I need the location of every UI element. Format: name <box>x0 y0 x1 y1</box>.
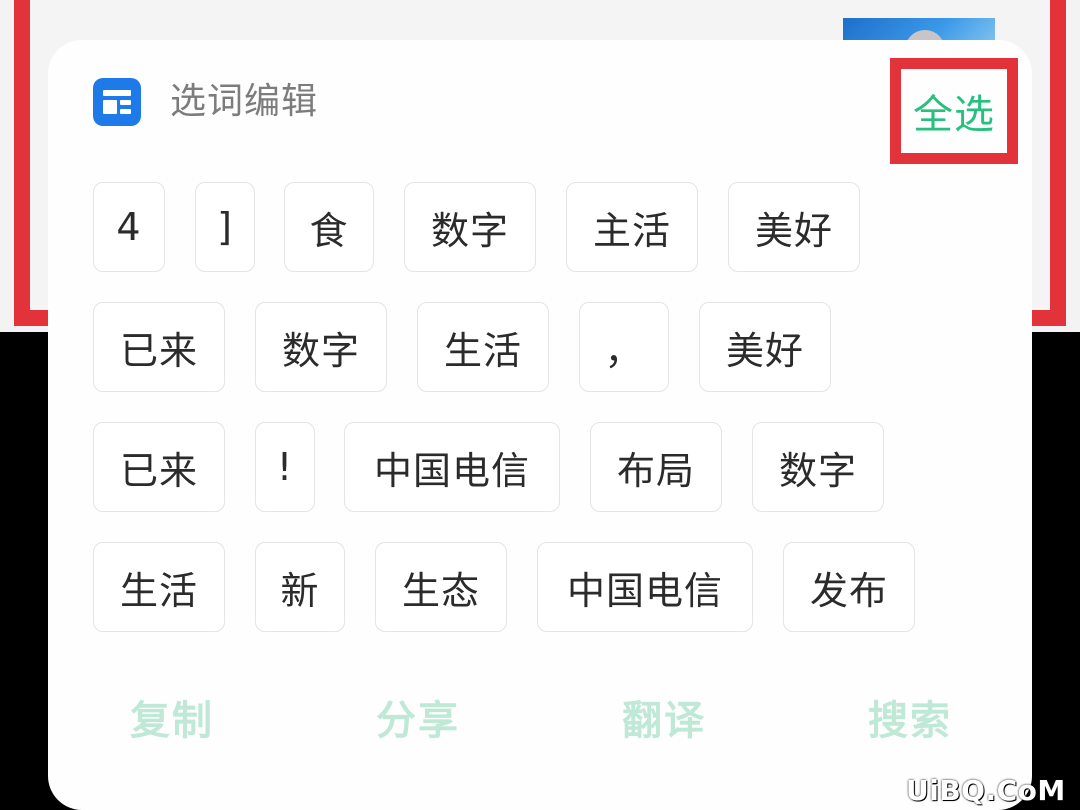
word-chip[interactable]: 食 <box>284 182 374 272</box>
word-chip[interactable]: 数字 <box>752 422 884 512</box>
word-chip[interactable]: 主活 <box>566 182 698 272</box>
word-editor-icon <box>93 78 141 126</box>
word-chip[interactable]: 美好 <box>699 302 831 392</box>
site-watermark: UiBQ.CoM <box>906 774 1066 807</box>
word-chip[interactable]: 数字 <box>404 182 536 272</box>
word-chip[interactable]: ， <box>579 302 669 392</box>
word-chip[interactable]: 已来 <box>93 302 225 392</box>
word-chip[interactable]: 发布 <box>783 542 915 632</box>
word-selection-panel: 选词编辑 全选 4 ] 食 数字 主活 美好 已来 数字 生活 ， 美好 已来 … <box>48 40 1032 810</box>
translate-button[interactable]: 翻译 <box>622 696 706 746</box>
action-bar: 复制 分享 翻译 搜索 <box>48 690 1032 760</box>
select-all-button[interactable]: 全选 <box>890 58 1018 164</box>
word-chip[interactable]: 数字 <box>255 302 387 392</box>
word-chip[interactable]: 生活 <box>417 302 549 392</box>
word-chip[interactable]: 已来 <box>93 422 225 512</box>
word-chip[interactable]: 新 <box>255 542 345 632</box>
word-chip[interactable]: 美好 <box>728 182 860 272</box>
word-chip[interactable]: 生态 <box>375 542 507 632</box>
share-button[interactable]: 分享 <box>376 696 460 746</box>
search-button[interactable]: 搜索 <box>868 696 952 746</box>
word-chip[interactable]: 4 <box>93 182 165 272</box>
word-chip[interactable]: 布局 <box>590 422 722 512</box>
word-chip[interactable]: 中国电信 <box>344 422 560 512</box>
select-all-label: 全选 <box>913 92 995 138</box>
panel-header: 选词编辑 全选 <box>48 40 1032 170</box>
copy-button[interactable]: 复制 <box>130 696 214 746</box>
word-chip[interactable]: 生活 <box>93 542 225 632</box>
word-chip[interactable]: ] <box>195 182 255 272</box>
panel-title: 选词编辑 <box>170 81 319 122</box>
word-chip[interactable]: ! <box>255 422 315 512</box>
word-chip[interactable]: 中国电信 <box>537 542 753 632</box>
